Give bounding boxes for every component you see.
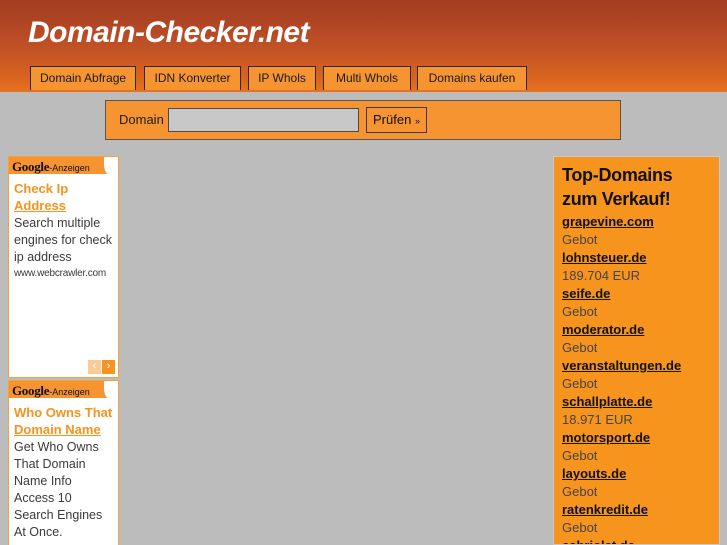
tab-label: Multi Whols xyxy=(335,71,398,85)
top-domain-item: ratenkredit.de Gebot xyxy=(562,501,719,537)
google-logo-text: Google xyxy=(12,383,50,398)
top-domain-price: Gebot xyxy=(562,376,598,391)
ad-title-1[interactable]: Check Ip Address xyxy=(14,180,113,214)
chevron-right-icon[interactable]: › xyxy=(102,360,115,374)
tab-domain-abfrage[interactable]: Domain Abfrage xyxy=(30,66,136,90)
site-header: Domain-Checker.net Domain Abfrage IDN Kon… xyxy=(0,0,727,92)
top-domain-link[interactable]: seife.de xyxy=(562,285,719,303)
ad-description-2: Get Who Owns That Domain Name Info Acces… xyxy=(14,440,103,539)
google-logo-text: Google xyxy=(12,159,50,174)
tab-label: IDN Konverter xyxy=(154,71,231,85)
pruefen-submit-button[interactable]: Prüfen » xyxy=(366,107,427,133)
ad-title-line1: Who Owns That xyxy=(14,405,113,420)
top-domain-price: Gebot xyxy=(562,304,598,319)
anzeigen-label: -Anzeigen xyxy=(49,387,90,397)
primary-navigation-tabs: Domain Abfrage IDN Konverter IP Whols Multi… xyxy=(0,66,727,92)
top-domain-link[interactable]: grapevine.com xyxy=(562,213,719,231)
top-domain-link[interactable]: veranstaltungen.de xyxy=(562,357,719,375)
ad-title-2[interactable]: Who Owns That Domain Name xyxy=(14,404,113,438)
ad-carousel-nav: ‹ › xyxy=(88,360,115,374)
top-domain-price: Gebot xyxy=(562,340,598,355)
site-logo: Domain-Checker.net xyxy=(28,16,310,49)
top-domain-price: 18.971 EUR xyxy=(562,412,633,427)
google-ad-body-1: Check Ip Address Search multiple engines… xyxy=(9,174,118,283)
search-form-band: Domain Prüfen » xyxy=(0,92,727,150)
google-ad-block-1: Google-Anzeigen Check Ip Address Search … xyxy=(8,156,119,378)
top-domain-item: seife.de Gebot xyxy=(562,285,719,321)
google-ad-block-2: Google-Anzeigen Who Owns That Domain Nam… xyxy=(8,380,119,545)
ad-title-line2: Domain Name xyxy=(14,422,101,437)
page-root: Domain-Checker.net Domain Abfrage IDN Kon… xyxy=(0,0,727,545)
top-domain-item: motorsport.de Gebot xyxy=(562,429,719,465)
top-domain-price: Gebot xyxy=(562,232,598,247)
top-domain-item: veranstaltungen.de Gebot xyxy=(562,357,719,393)
top-domain-item: grapevine.com Gebot xyxy=(562,213,719,249)
pruefen-button-label: Prüfen xyxy=(373,112,412,127)
tab-ip-whols[interactable]: IP Whols xyxy=(248,66,316,90)
tab-label: Domains kaufen xyxy=(428,71,516,85)
top-domain-link[interactable]: motorsport.de xyxy=(562,429,719,447)
top-domains-title-line2: zum Verkauf! xyxy=(562,189,671,209)
top-domain-link[interactable]: cabriolet.de xyxy=(562,537,719,544)
domain-label: Domain xyxy=(119,112,164,127)
domain-input[interactable] xyxy=(168,108,359,132)
top-domain-link[interactable]: moderator.de xyxy=(562,321,719,339)
header-corner-shape xyxy=(104,157,118,174)
tab-label: IP Whols xyxy=(258,71,306,85)
chevron-left-icon[interactable]: ‹ xyxy=(88,360,101,374)
top-domains-list: grapevine.com Gebot lohnsteuer.de 189.704 E… xyxy=(562,213,719,544)
tab-domains-kaufen[interactable]: Domains kaufen xyxy=(417,66,527,90)
top-domains-panel: Top-Domains zum Verkauf! grapevine.com Ge… xyxy=(553,156,720,545)
google-ads-header-1: Google-Anzeigen xyxy=(9,157,118,174)
top-domain-link[interactable]: schallplatte.de xyxy=(562,393,719,411)
top-domain-price: 189.704 EUR xyxy=(562,268,641,283)
top-domain-link[interactable]: layouts.de xyxy=(562,465,719,483)
ad-title-line2: Address xyxy=(14,198,67,213)
top-domain-item: cabriolet.de xyxy=(562,537,719,544)
top-domain-price: Gebot xyxy=(562,448,598,463)
top-domain-link[interactable]: lohnsteuer.de xyxy=(562,249,719,267)
top-domain-link[interactable]: ratenkredit.de xyxy=(562,501,719,519)
ad-url-1[interactable]: www.webcrawler.com xyxy=(14,268,113,279)
top-domain-item: moderator.de Gebot xyxy=(562,321,719,357)
google-ad-body-2: Who Owns That Domain Name Get Who Owns T… xyxy=(9,398,118,545)
tab-multi-whols[interactable]: Multi Whols xyxy=(323,66,411,90)
top-domains-title-line1: Top-Domains xyxy=(562,165,673,185)
double-chevron-right-icon: » xyxy=(414,116,420,126)
tab-label: Domain Abfrage xyxy=(40,71,127,85)
top-domain-item: layouts.de Gebot xyxy=(562,465,719,501)
tab-idn-konverter[interactable]: IDN Konverter xyxy=(144,66,241,90)
top-domain-price: Gebot xyxy=(562,520,598,535)
ad-title-line1: Check Ip xyxy=(14,181,69,196)
main-content-area: Google-Anzeigen Check Ip Address Search … xyxy=(0,150,727,545)
top-domain-item: lohnsteuer.de 189.704 EUR xyxy=(562,249,719,285)
top-domains-title: Top-Domains zum Verkauf! xyxy=(562,163,719,211)
domain-search-form: Domain Prüfen » xyxy=(105,100,621,140)
top-domain-price: Gebot xyxy=(562,484,598,499)
anzeigen-label: -Anzeigen xyxy=(49,163,90,173)
ad-description-1: Search multiple engines for check ip add… xyxy=(14,216,112,264)
header-corner-shape xyxy=(104,381,118,398)
top-domain-item: schallplatte.de 18.971 EUR xyxy=(562,393,719,429)
google-ads-header-2: Google-Anzeigen xyxy=(9,381,118,398)
